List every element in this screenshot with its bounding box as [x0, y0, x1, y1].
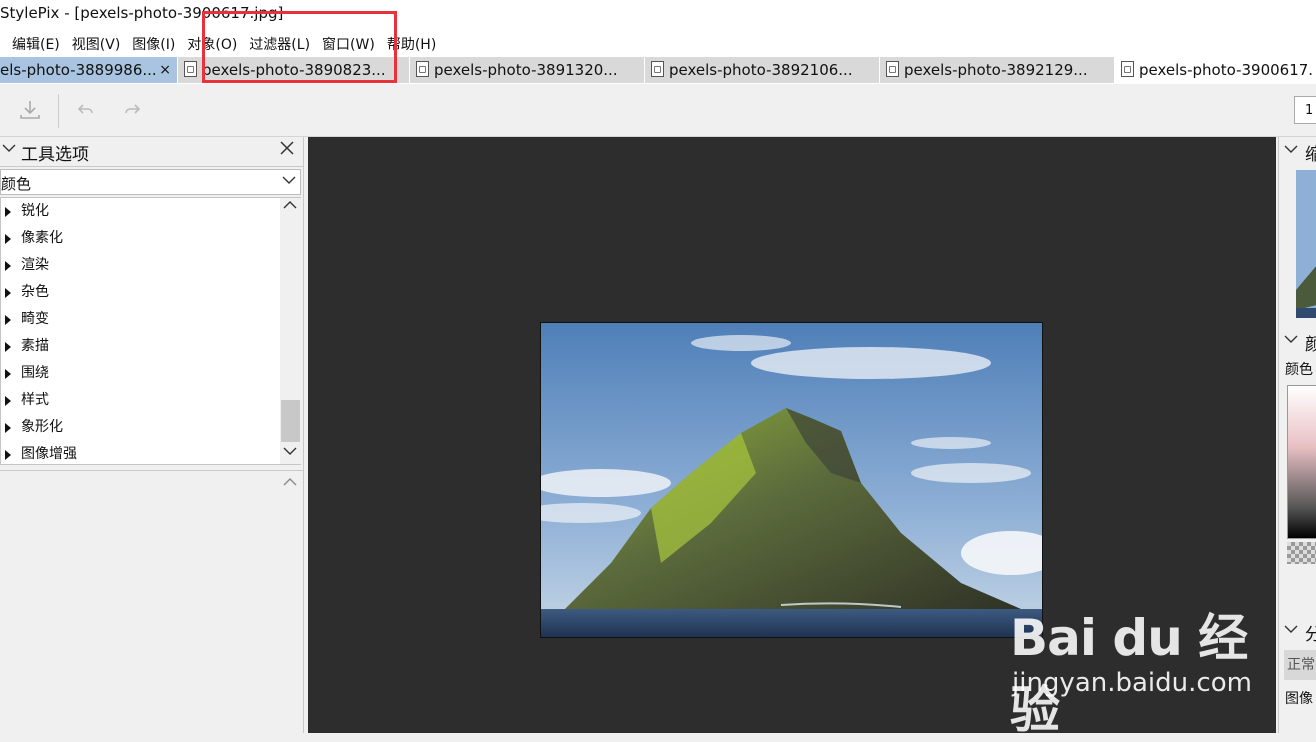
tab-document-1[interactable]: els-photo-3889986... ×: [0, 57, 177, 83]
scrollbar-thumb[interactable]: [281, 400, 300, 442]
tab-label: els-photo-3889986...: [0, 61, 157, 79]
list-item[interactable]: 围绕: [1, 360, 279, 387]
list-scrollbar[interactable]: [280, 198, 301, 464]
list-item[interactable]: 样式: [1, 387, 279, 414]
tab-label: pexels-photo-3900617.: [1139, 61, 1314, 79]
close-icon[interactable]: ×: [159, 57, 171, 83]
expand-arrow-icon[interactable]: [5, 288, 11, 298]
navigator-title: 缩: [1305, 145, 1316, 165]
watermark-url: jingyan.baidu.com: [1012, 668, 1252, 698]
list-item[interactable]: 畸变: [1, 306, 279, 333]
expand-arrow-icon[interactable]: [5, 369, 11, 379]
menu-bar: 编辑(E) 视图(V) 图像(I) 对象(O) 过滤器(L) 窗口(W) 帮助(…: [0, 30, 1316, 56]
close-icon[interactable]: [278, 138, 296, 162]
chevron-down-icon[interactable]: [1284, 142, 1298, 160]
image-layer-label: 图像: [1285, 691, 1313, 707]
list-item[interactable]: 渲染: [1, 252, 279, 279]
chevron-up-icon[interactable]: [283, 198, 297, 215]
tab-document-6[interactable]: pexels-photo-3900617.: [1115, 57, 1316, 83]
menu-image[interactable]: 图像(I): [126, 30, 181, 56]
expand-arrow-icon[interactable]: [5, 315, 11, 325]
redo-icon[interactable]: [120, 98, 144, 122]
category-value: 颜色: [1, 175, 32, 193]
panel-splitter[interactable]: [0, 470, 303, 474]
document-tabs: els-photo-3889986... × pexels-photo-3890…: [0, 56, 1316, 84]
list-item[interactable]: 图像增强: [1, 441, 279, 468]
chevron-down-icon[interactable]: [281, 172, 297, 192]
tab-document-4[interactable]: pexels-photo-3892106...: [645, 57, 879, 83]
chevron-down-icon[interactable]: [283, 444, 297, 461]
document-icon: [651, 60, 664, 77]
expand-arrow-icon[interactable]: [5, 423, 11, 433]
download-icon[interactable]: [18, 98, 42, 122]
photo-island[interactable]: [540, 322, 1043, 638]
filter-list: 锐化 像素化 渲染 杂色 畸变 素描 围绕 样式 象形化 图像增强: [0, 197, 301, 465]
list-item[interactable]: 素描: [1, 333, 279, 360]
category-select[interactable]: 颜色: [0, 169, 301, 195]
alpha-swatch[interactable]: [1287, 542, 1316, 564]
document-icon: [1121, 60, 1134, 77]
chevron-down-icon[interactable]: [1284, 332, 1298, 350]
color-picker-gradient[interactable]: [1287, 385, 1316, 539]
expand-arrow-icon[interactable]: [5, 261, 11, 271]
expand-arrow-icon[interactable]: [5, 342, 11, 352]
undo-icon[interactable]: [74, 98, 98, 122]
expand-arrow-icon[interactable]: [5, 234, 11, 244]
tab-label: pexels-photo-3891320...: [434, 61, 618, 79]
chevron-down-icon[interactable]: [2, 141, 16, 159]
toolbar-separator: [58, 94, 59, 128]
baidu-watermark: Bai du 经验 jingyan.baidu.com: [1010, 590, 1260, 739]
title-bar: StylePix - [pexels-photo-3900617.jpg]: [0, 0, 1316, 30]
list-item[interactable]: 杂色: [1, 279, 279, 306]
toolbar: 1: [0, 84, 1316, 137]
expand-arrow-icon[interactable]: [5, 396, 11, 406]
tab-document-3[interactable]: pexels-photo-3891320...: [410, 57, 644, 83]
layers-panel-title: 分: [1305, 625, 1316, 645]
document-icon: [184, 60, 197, 77]
blend-mode-select[interactable]: 正常: [1284, 650, 1316, 680]
tab-label: pexels-photo-3892129...: [904, 61, 1088, 79]
right-dock-panel: 缩 颜 颜色 分 正常 图像: [1278, 137, 1316, 733]
menu-edit[interactable]: 编辑(E): [6, 30, 66, 56]
document-icon: [886, 60, 899, 77]
tool-options-panel: 工具选项 颜色 锐化 像素化 渲染 杂色 畸变 素描 围绕 样式 象形化 图像增…: [0, 137, 304, 733]
chevron-down-icon[interactable]: [1284, 622, 1298, 640]
color-label: 颜色: [1285, 362, 1313, 378]
tab-label: pexels-photo-3892106...: [669, 61, 853, 79]
document-icon: [416, 60, 429, 77]
list-item[interactable]: 像素化: [1, 225, 279, 252]
menu-view[interactable]: 视图(V): [66, 30, 127, 56]
list-item[interactable]: 象形化: [1, 414, 279, 441]
zoom-input[interactable]: 1: [1294, 96, 1316, 124]
panel-header: 工具选项: [0, 137, 303, 167]
expand-arrow-icon[interactable]: [5, 450, 11, 460]
navigator-thumbnail[interactable]: [1296, 170, 1316, 318]
color-panel-title: 颜: [1305, 335, 1316, 355]
highlight-box: [202, 11, 397, 83]
expand-arrow-icon[interactable]: [5, 207, 11, 217]
panel-title: 工具选项: [21, 145, 89, 165]
chevron-up-icon[interactable]: [283, 475, 297, 492]
list-item[interactable]: 锐化: [1, 198, 279, 225]
tab-document-5[interactable]: pexels-photo-3892129...: [880, 57, 1114, 83]
